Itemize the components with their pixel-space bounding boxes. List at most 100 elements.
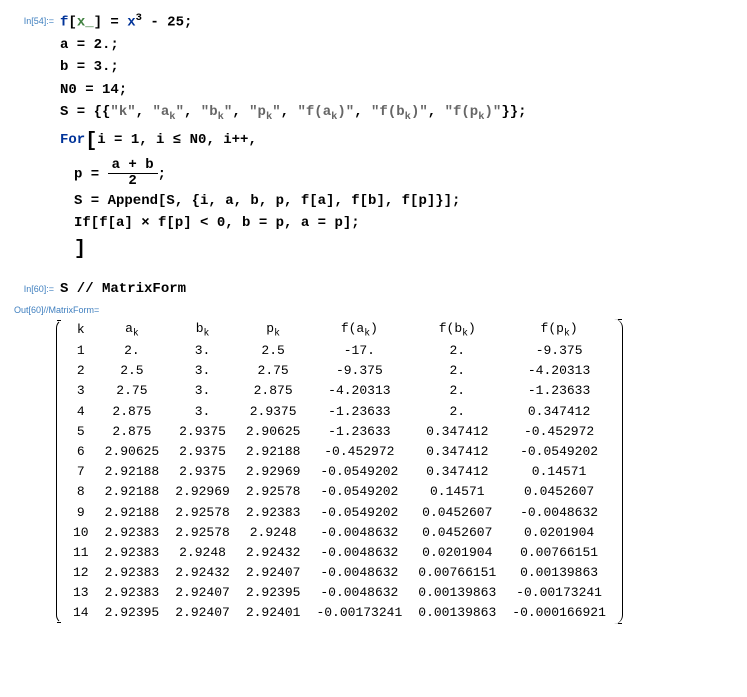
l7-end: ;	[158, 166, 166, 182]
op-rbracket: ]	[94, 15, 102, 31]
table-cell: 2.	[97, 341, 168, 361]
table-cell: 2.92188	[238, 442, 309, 462]
l5-post: }};	[501, 104, 526, 120]
table-cell: 0.0452607	[504, 482, 614, 502]
table-cell: 2.92969	[167, 482, 238, 502]
table-cell: 0.0201904	[410, 543, 504, 563]
s-fpk-pre: "f(p	[445, 104, 479, 120]
op-lbracket: [	[68, 15, 76, 31]
code-block-1[interactable]: f[x_] = x3 - 25; a = 2.; b = 3.; N0 = 14…	[60, 10, 527, 266]
code-block-2[interactable]: S // MatrixForm	[60, 278, 186, 300]
table-cell: 2.92188	[97, 503, 168, 523]
table-cell: 11	[65, 543, 97, 563]
table-cell: 3.	[167, 402, 238, 422]
table-cell: 2.9375	[167, 422, 238, 442]
table-cell: -0.452972	[504, 422, 614, 442]
table-header-cell: f(ak)	[308, 319, 410, 341]
str-ak: "ak"	[152, 104, 184, 120]
table-cell: 2.92407	[167, 583, 238, 603]
table-cell: 8	[65, 482, 97, 502]
table-cell: 2.	[410, 381, 504, 401]
table-cell: 2.92383	[97, 543, 168, 563]
comma1: ,	[136, 104, 153, 120]
comma3: ,	[232, 104, 249, 120]
table-cell: 2.	[410, 402, 504, 422]
table-cell: -0.0048632	[308, 563, 410, 583]
s-fbk-post: )"	[411, 104, 428, 120]
s-ak-post: "	[176, 104, 184, 120]
table-cell: 5	[65, 422, 97, 442]
table-cell: 2.92407	[167, 603, 238, 623]
table-cell: 0.347412	[410, 422, 504, 442]
table-row: 62.906252.93752.92188-0.4529720.347412-0…	[65, 442, 614, 462]
table-cell: -0.0549202	[308, 462, 410, 482]
table-cell: 2.	[410, 361, 504, 381]
table-cell: 2.92383	[97, 563, 168, 583]
s-bk-pre: "b	[201, 104, 218, 120]
table-row: 112.923832.92482.92432-0.00486320.020190…	[65, 543, 614, 563]
table-row: 132.923832.924072.92395-0.00486320.00139…	[65, 583, 614, 603]
str-fpk: "f(pk)"	[445, 104, 502, 120]
table-cell: -0.0048632	[308, 583, 410, 603]
output-label: Out[60]//MatrixForm=	[0, 305, 737, 315]
str-fak: "f(ak)"	[297, 104, 354, 120]
table-cell: 0.00139863	[410, 583, 504, 603]
str-pk: "pk"	[249, 104, 281, 120]
code-line-8: S = Append[S, {i, a, b, p, f[a], f[b], f…	[60, 190, 527, 212]
big-bracket-close: ]	[74, 238, 86, 261]
s-ak-pre: "a	[152, 104, 169, 120]
table-cell: -9.375	[308, 361, 410, 381]
table-cell: 2.5	[97, 361, 168, 381]
table-cell: 0.14571	[410, 482, 504, 502]
s-fbk-pre: "f(b	[371, 104, 405, 120]
l7-p: p =	[74, 166, 108, 182]
table-cell: 7	[65, 462, 97, 482]
table-row: 102.923832.925782.9248-0.00486320.045260…	[65, 523, 614, 543]
table-cell: 2.92383	[238, 503, 309, 523]
table-cell: 0.0201904	[504, 523, 614, 543]
str-fbk: "f(bk)"	[371, 104, 428, 120]
str-k: "k"	[110, 104, 135, 120]
table-cell: 1	[65, 341, 97, 361]
table-row: 142.923952.924072.92401-0.001732410.0013…	[65, 603, 614, 623]
table-cell: 2.92578	[167, 523, 238, 543]
table-cell: 0.347412	[410, 462, 504, 482]
code-line-9: If[f[a] × f[p] < 0, b = p, a = p];	[60, 212, 527, 234]
s-fak-post: )"	[337, 104, 354, 120]
table-cell: 0.347412	[410, 442, 504, 462]
table-cell: -1.23633	[308, 402, 410, 422]
table-cell: -0.452972	[308, 442, 410, 462]
table-cell: -9.375	[504, 341, 614, 361]
sym-for: For	[60, 132, 85, 148]
table-cell: -0.0048632	[504, 503, 614, 523]
table-cell: -0.0549202	[308, 503, 410, 523]
pattern-x: x_	[77, 15, 94, 31]
table-header-cell: ak	[97, 319, 168, 341]
table-cell: 0.0452607	[410, 503, 504, 523]
table-cell: 2.875	[97, 422, 168, 442]
table-cell: 2.92432	[238, 543, 309, 563]
table-cell: -4.20313	[504, 361, 614, 381]
table-cell: 0.0452607	[410, 523, 504, 543]
input-label-1: In[54]:=	[0, 10, 60, 26]
table-row: 82.921882.929692.92578-0.05492020.145710…	[65, 482, 614, 502]
table-cell: 2.92969	[238, 462, 309, 482]
table-header-cell: bk	[167, 319, 238, 341]
table-header-cell: k	[65, 319, 97, 341]
table-cell: 2.90625	[97, 442, 168, 462]
table-cell: 9	[65, 503, 97, 523]
table-cell: 2.875	[97, 402, 168, 422]
code-line-1: f[x_] = x3 - 25;	[60, 10, 527, 34]
table-row: 22.53.2.75-9.3752.-4.20313	[65, 361, 614, 381]
comma6: ,	[428, 104, 445, 120]
table-cell: 2.92407	[238, 563, 309, 583]
table-cell: 2.	[410, 341, 504, 361]
table-cell: -0.0549202	[504, 442, 614, 462]
table-cell: 2.92578	[167, 503, 238, 523]
table-cell: 2.9375	[238, 402, 309, 422]
s-fak-pre: "f(a	[297, 104, 331, 120]
fraction: a + b2	[108, 158, 158, 190]
sym-x: x	[127, 15, 135, 31]
for-args: i = 1, i ≤ N0, i++,	[97, 132, 257, 148]
matrix-paren-left	[56, 319, 65, 624]
